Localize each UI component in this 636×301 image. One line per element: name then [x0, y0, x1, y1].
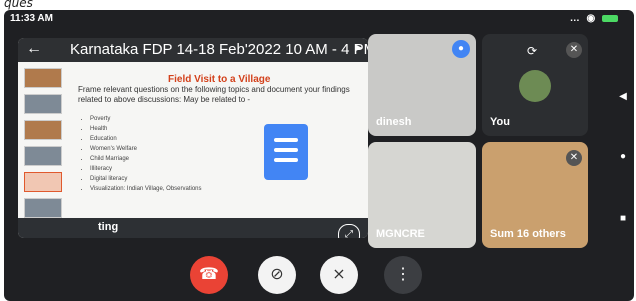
participant-name: Sum 16 others [490, 228, 566, 240]
wifi-icon: ◉ [586, 13, 598, 24]
more-icon[interactable]: ▸ [356, 40, 362, 54]
muted-mic-icon: ✕ [566, 150, 582, 166]
slide-heading: Field Visit to a Village [168, 74, 271, 85]
thumbnail[interactable] [24, 68, 62, 88]
status-time: 11:33 AM [10, 13, 53, 24]
bullet: Visualization: Indian Village, Observati… [90, 184, 202, 194]
bullet: Health [90, 124, 202, 134]
camera-off-icon[interactable]: ⊘ [258, 256, 296, 294]
thumbnail[interactable] [24, 146, 62, 166]
back-arrow-icon[interactable]: ← [26, 40, 42, 58]
share-title: Karnataka FDP 14-18 Feb'2022 10 AM - 4 P… [70, 41, 368, 58]
slide-intro: Frame relevant questions on the followin… [78, 85, 350, 104]
slide: Field Visit to a Village Frame relevant … [78, 66, 358, 238]
others-label: 16 others [516, 228, 566, 240]
thumbnail[interactable] [24, 198, 62, 218]
sync-icon[interactable]: ⟳ [527, 44, 537, 58]
mic-off-icon[interactable]: ⨯ [320, 256, 358, 294]
battery-icon [602, 14, 618, 22]
cut-text: ques [4, 0, 33, 10]
android-nav-rail: ◀ ● ■ [616, 90, 630, 240]
avatar [519, 70, 551, 102]
thumbnail-selected[interactable] [24, 172, 62, 192]
doc-icon [264, 124, 308, 180]
expand-icon[interactable]: ⤢ [338, 224, 360, 238]
mic-icon: ⦁ [452, 40, 470, 58]
thumbnail[interactable] [24, 120, 62, 140]
bullet: Child Marriage [90, 154, 202, 164]
notification-icon: … [569, 13, 582, 24]
muted-mic-icon: ✕ [566, 42, 582, 58]
status-bar: 11:33 AM … ◉ [4, 10, 634, 28]
participant-first: Sum [490, 228, 514, 240]
status-icons: … ◉ [570, 13, 618, 24]
share-footer: ting [18, 218, 368, 238]
shared-screen[interactable]: ← Karnataka FDP 14-18 Feb'2022 10 AM - 4… [18, 38, 368, 238]
triangle-back-icon[interactable]: ◀ [616, 90, 630, 104]
bullet: Digital literacy [90, 174, 202, 184]
call-controls: ☎ ⊘ ⨯ ⋮ [184, 256, 444, 294]
phone-screen: 11:33 AM … ◉ ← Karnataka FDP 14-18 Feb'2… [4, 10, 634, 301]
share-footer-label: ting [98, 221, 119, 233]
slide-thumbnails [24, 68, 64, 228]
page-cut-text: ques [0, 0, 636, 10]
share-title-bar: ← Karnataka FDP 14-18 Feb'2022 10 AM - 4… [18, 38, 368, 62]
participant-tile-you[interactable]: ⟳ ✕ You [482, 34, 588, 136]
hangup-icon[interactable]: ☎ [190, 256, 228, 294]
participant-name: MGNCRE [376, 228, 425, 240]
participant-tile-others[interactable]: ✕ Sum 16 others [482, 142, 588, 248]
slide-bullets: Poverty Health Education Women's Welfare… [78, 114, 202, 194]
circle-home-icon[interactable]: ● [616, 150, 630, 164]
bullet: Education [90, 134, 202, 144]
bullet: Illiteracy [90, 164, 202, 174]
more-icon[interactable]: ⋮ [384, 256, 422, 294]
thumbnail[interactable] [24, 94, 62, 114]
square-recent-icon[interactable]: ■ [616, 212, 630, 226]
participant-tile-dinesh[interactable]: ⦁ dinesh [368, 34, 476, 136]
bullet: Poverty [90, 114, 202, 124]
participant-tile-mgncre[interactable]: MGNCRE [368, 142, 476, 248]
participant-name: You [490, 116, 510, 128]
bullet: Women's Welfare [90, 144, 202, 154]
participant-name: dinesh [376, 116, 412, 128]
